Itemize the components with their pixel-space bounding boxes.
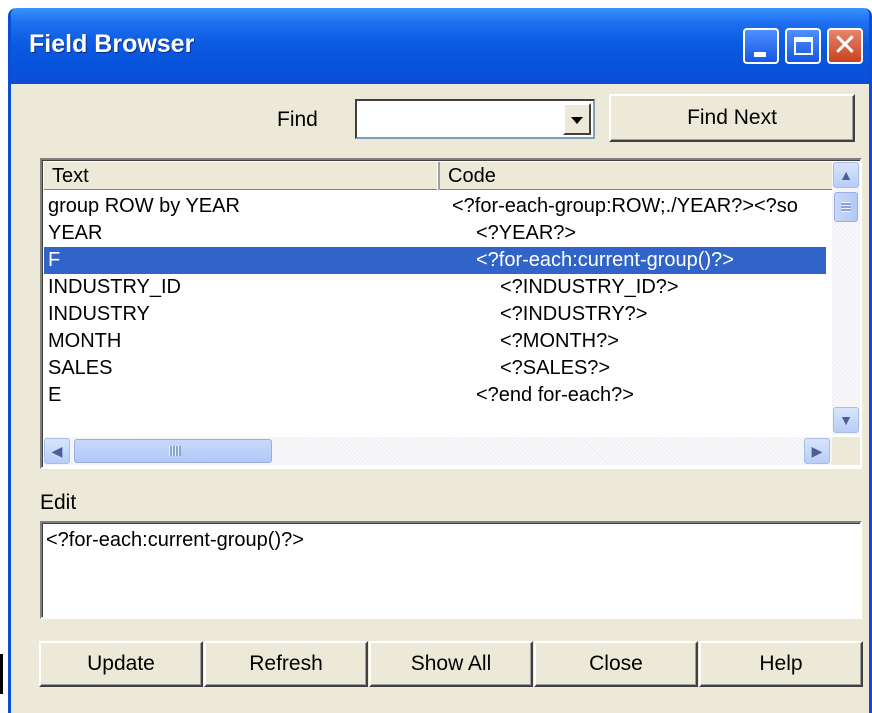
find-input[interactable]	[359, 103, 555, 135]
vertical-scrollbar[interactable]: ▲ ▼	[832, 162, 860, 435]
chevron-up-icon: ▲	[839, 167, 853, 183]
close-button[interactable]: Close	[534, 641, 698, 687]
list-item[interactable]: INDUSTRY_ID <?INDUSTRY_ID?>	[44, 274, 826, 301]
list-rows: group ROW by YEAR <?for-each-group:ROW;./…	[44, 193, 826, 431]
scrollbar-corner	[832, 437, 860, 465]
horizontal-scroll-thumb[interactable]	[74, 439, 272, 463]
list-item-text: F	[48, 249, 61, 271]
edit-field[interactable]	[40, 521, 862, 619]
scroll-up-button[interactable]: ▲	[833, 162, 859, 188]
help-button[interactable]: Help	[699, 641, 863, 687]
scroll-down-button[interactable]: ▼	[833, 407, 859, 433]
list-item-text: group ROW by YEAR	[48, 195, 240, 217]
find-next-button[interactable]: Find Next	[609, 94, 855, 142]
horizontal-scrollbar[interactable]: ◀ ▶	[44, 437, 832, 465]
list-item-text: INDUSTRY_ID	[48, 276, 181, 298]
list-item-code: <?end for-each?>	[476, 384, 634, 406]
edge-divider	[0, 654, 3, 694]
window-title: Field Browser	[29, 30, 195, 58]
minimize-icon	[754, 52, 766, 57]
list-item[interactable]: E <?end for-each?>	[44, 382, 826, 409]
close-icon: ✕	[832, 29, 858, 62]
list-item-code: <?YEAR?>	[476, 222, 577, 244]
vertical-scroll-thumb[interactable]	[834, 192, 858, 222]
find-combobox[interactable]	[355, 99, 595, 139]
list-item[interactable]: F <?for-each:current-group()?>	[44, 247, 826, 274]
title-bar[interactable]: Field Browser ✕	[11, 8, 869, 84]
minimize-button[interactable]	[743, 28, 779, 64]
list-item[interactable]: SALES <?SALES?>	[44, 355, 826, 382]
show-all-button[interactable]: Show All	[369, 641, 533, 687]
list-item-code: <?MONTH?>	[500, 330, 619, 352]
field-browser-window: Field Browser ✕ Find Find Next Text Code…	[8, 8, 872, 713]
update-button[interactable]: Update	[39, 641, 203, 687]
grip-icon	[169, 446, 181, 456]
column-header-code[interactable]: Code	[440, 162, 834, 190]
scroll-left-button[interactable]: ◀	[44, 438, 70, 464]
list-item-code: <?INDUSTRY_ID?>	[500, 276, 679, 298]
find-label: Find	[277, 108, 318, 131]
list-item-code: <?INDUSTRY?>	[500, 303, 648, 325]
find-dropdown-button[interactable]	[563, 103, 591, 135]
chevron-down-icon	[571, 117, 583, 124]
list-item-code: <?SALES?>	[500, 357, 611, 379]
list-item-text: MONTH	[48, 330, 122, 352]
list-item-text: YEAR	[48, 222, 103, 244]
list-item[interactable]: INDUSTRY <?INDUSTRY?>	[44, 301, 826, 328]
chevron-down-icon: ▼	[839, 412, 853, 428]
list-item-text: INDUSTRY	[48, 303, 150, 325]
maximize-button[interactable]	[785, 28, 821, 64]
chevron-left-icon: ◀	[51, 443, 63, 459]
list-item-code: <?for-each-group:ROW;./YEAR?><?so	[452, 195, 798, 217]
chevron-right-icon: ▶	[811, 443, 823, 459]
maximize-icon	[794, 37, 813, 55]
list-item[interactable]: YEAR <?YEAR?>	[44, 220, 826, 247]
list-item-text: SALES	[48, 357, 113, 379]
close-window-button[interactable]: ✕	[827, 28, 863, 64]
field-list[interactable]: Text Code group ROW by YEAR <?for-each-gr…	[40, 158, 862, 469]
grip-icon	[841, 202, 851, 212]
column-header-text[interactable]: Text	[44, 162, 440, 190]
refresh-button[interactable]: Refresh	[204, 641, 368, 687]
edit-label: Edit	[40, 491, 77, 514]
list-header: Text Code	[44, 162, 834, 190]
list-item[interactable]: MONTH <?MONTH?>	[44, 328, 826, 355]
list-item[interactable]: group ROW by YEAR <?for-each-group:ROW;./…	[44, 193, 826, 220]
scroll-right-button[interactable]: ▶	[804, 438, 830, 464]
list-item-text: E	[48, 384, 62, 406]
list-item-code: <?for-each:current-group()?>	[476, 249, 734, 271]
